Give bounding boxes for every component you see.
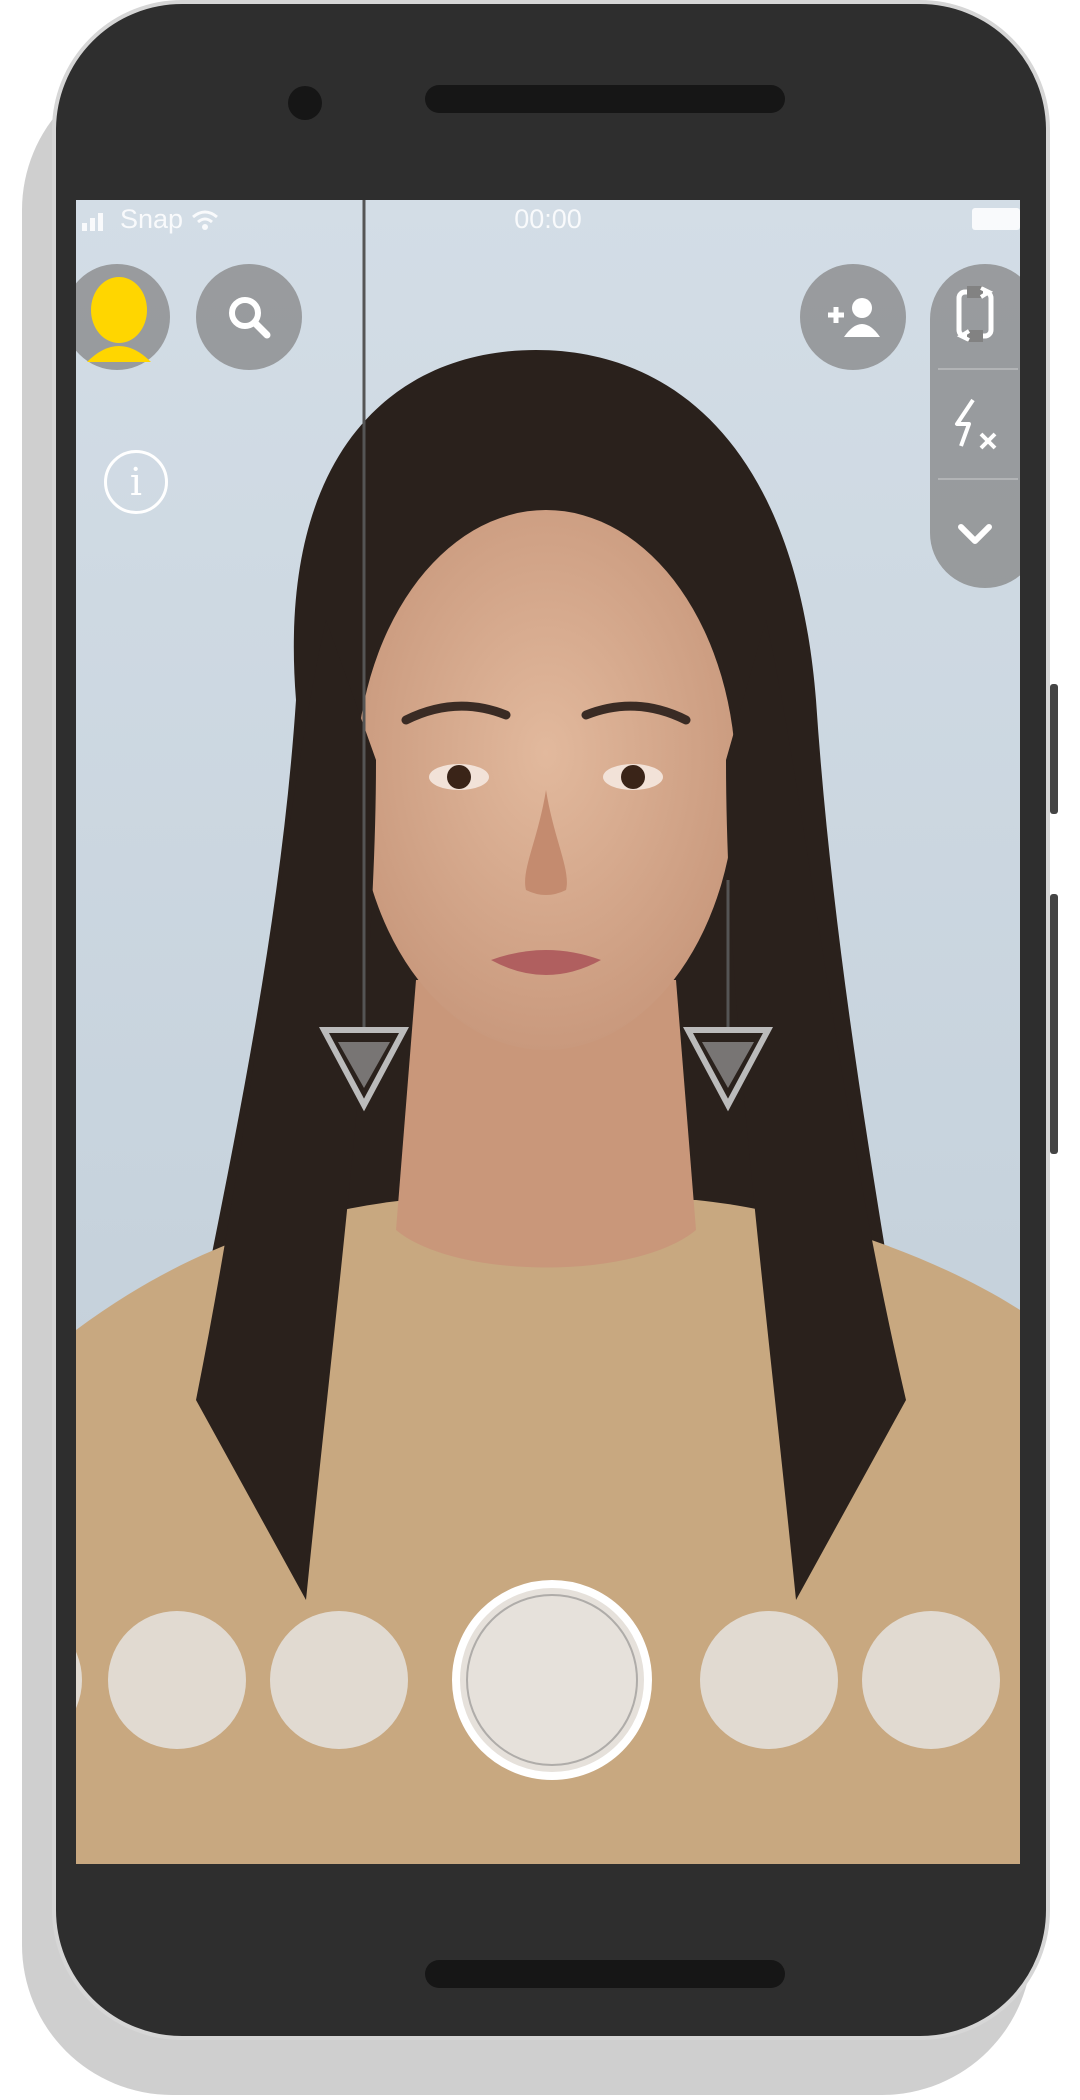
- earpiece-speaker: [425, 85, 785, 113]
- bitmoji-avatar-icon: [87, 277, 151, 362]
- lens-option[interactable]: [700, 1611, 838, 1749]
- lens-option[interactable]: [270, 1611, 408, 1749]
- lens-option[interactable]: [108, 1611, 246, 1749]
- add-friend-button[interactable]: [800, 264, 906, 370]
- power-button: [1050, 894, 1058, 1154]
- capture-button-ring: [466, 1594, 638, 1766]
- front-camera: [288, 86, 322, 120]
- status-bar: Snap 00:00: [76, 200, 1020, 240]
- tray-divider: [938, 368, 1018, 370]
- lens-option[interactable]: [862, 1611, 1000, 1749]
- chevron-down-icon: [958, 524, 992, 544]
- flash-button[interactable]: [930, 374, 1020, 474]
- status-time: 00:00: [514, 204, 582, 234]
- flash-off-icon: [955, 398, 997, 450]
- camera-options-tray: [930, 264, 1020, 588]
- bottom-speaker: [425, 1960, 785, 1988]
- flip-camera-icon: [956, 286, 994, 342]
- flip-camera-button[interactable]: [930, 264, 1020, 364]
- capture-button[interactable]: [452, 1580, 652, 1780]
- search-button[interactable]: [196, 264, 302, 370]
- lens-info-button[interactable]: i: [104, 450, 168, 514]
- profile-button[interactable]: [76, 264, 170, 370]
- info-icon: i: [129, 460, 143, 504]
- search-icon: [229, 297, 271, 339]
- battery-icon: [972, 208, 1020, 230]
- tray-divider: [938, 478, 1018, 480]
- more-options-button[interactable]: [930, 484, 1020, 584]
- camera-screen[interactable]: Snap 00:00 i: [76, 200, 1020, 1864]
- volume-button: [1050, 684, 1058, 814]
- add-friend-icon: [828, 298, 880, 337]
